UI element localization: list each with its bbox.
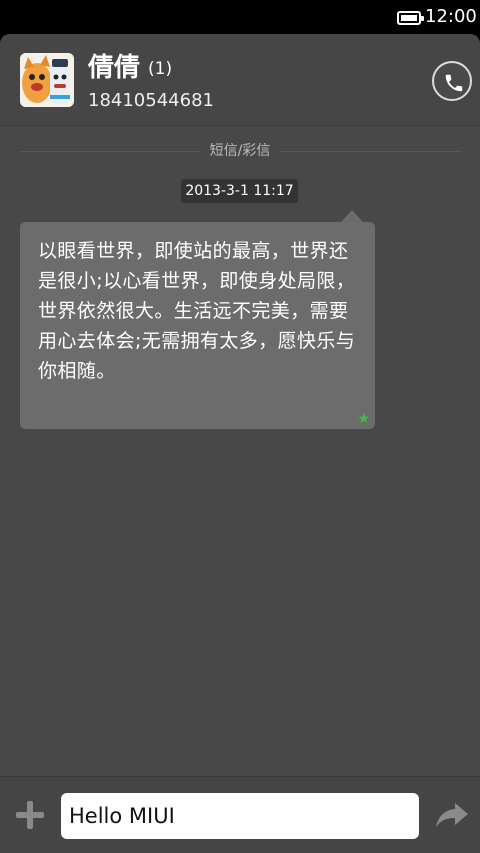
phone-icon bbox=[445, 74, 463, 92]
message-timestamp: 2013-3-1 11:17 bbox=[181, 179, 298, 203]
composer-bar bbox=[0, 776, 480, 853]
conversation-header: 倩倩 (1) 18410544681 bbox=[0, 34, 480, 126]
message-type-text: 短信/彩信 bbox=[199, 143, 281, 159]
status-clock: 12:00 bbox=[425, 6, 477, 27]
attach-plus-icon[interactable] bbox=[16, 801, 44, 829]
message-bubble[interactable]: 以眼看世界，即使站的最高，世界还是很小;以心看世界，即使身处局限，世界依然很大。… bbox=[20, 222, 375, 429]
contact-phone: 18410544681 bbox=[88, 90, 214, 111]
conversation-screen: 倩倩 (1) 18410544681 短信/彩信 2013-3-1 11:17 … bbox=[0, 34, 480, 853]
cartoon-avatar-icon bbox=[20, 53, 74, 107]
message-text: 以眼看世界，即使站的最高，世界还是很小;以心看世界，即使身处局限，世界依然很大。… bbox=[38, 240, 356, 382]
contact-name: 倩倩 bbox=[88, 53, 141, 83]
message-input[interactable] bbox=[61, 793, 419, 839]
send-arrow-icon[interactable] bbox=[435, 801, 469, 829]
message-count: (1) bbox=[148, 59, 173, 79]
call-button[interactable] bbox=[432, 61, 472, 101]
status-bar: 12:00 bbox=[0, 0, 480, 34]
contact-avatar[interactable] bbox=[20, 53, 74, 107]
message-type-label: 短信/彩信 bbox=[0, 141, 480, 161]
star-icon: ★ bbox=[357, 411, 370, 427]
battery-icon bbox=[397, 11, 424, 25]
